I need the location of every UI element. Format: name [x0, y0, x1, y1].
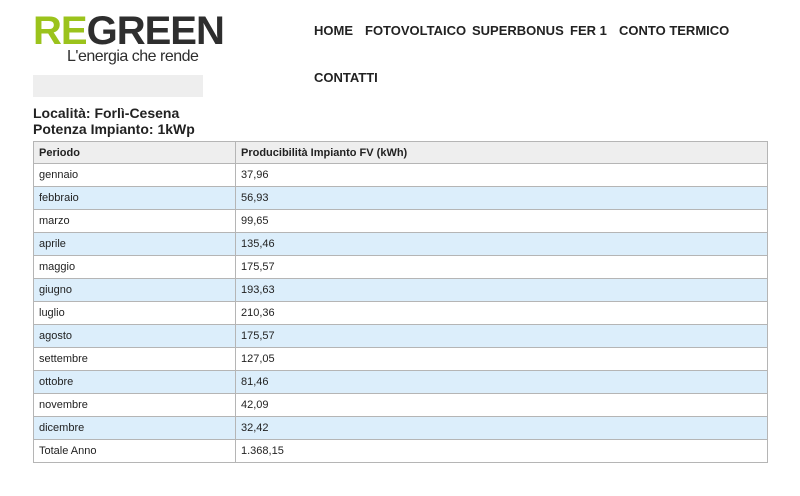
table-row: agosto 175,57 — [33, 324, 768, 348]
cell-value: 210,36 — [235, 301, 768, 325]
table-row: maggio 175,57 — [33, 255, 768, 279]
logo-wordmark: REGREEN — [33, 11, 225, 51]
production-table: Periodo Producibilità Impianto FV (kWh) … — [33, 141, 768, 463]
cell-total-value: 1.368,15 — [235, 439, 768, 463]
cell-period: febbraio — [33, 186, 236, 210]
cell-period: maggio — [33, 255, 236, 279]
cell-period: luglio — [33, 301, 236, 325]
table-row: ottobre 81,46 — [33, 370, 768, 394]
table-total-row: Totale Anno 1.368,15 — [33, 439, 768, 463]
table-row: febbraio 56,93 — [33, 186, 768, 210]
nav-home[interactable]: HOME — [314, 23, 353, 38]
cell-period: aprile — [33, 232, 236, 256]
header-producibilita: Producibilità Impianto FV (kWh) — [235, 141, 768, 164]
cell-value: 135,46 — [235, 232, 768, 256]
table-row: novembre 42,09 — [33, 393, 768, 417]
table-header-row: Periodo Producibilità Impianto FV (kWh) — [33, 141, 768, 164]
regreen-logo[interactable]: REGREEN L'energia che rende — [33, 11, 225, 65]
cell-period: giugno — [33, 278, 236, 302]
cell-period: marzo — [33, 209, 236, 233]
cell-period: novembre — [33, 393, 236, 417]
cell-value: 42,09 — [235, 393, 768, 417]
nav-contatti[interactable]: CONTATTI — [314, 70, 378, 85]
nav-superbonus[interactable]: SUPERBONUS — [472, 23, 564, 38]
logo-wordmark-green: RE — [33, 9, 88, 53]
cell-period: ottobre — [33, 370, 236, 394]
table-row: dicembre 32,42 — [33, 416, 768, 440]
cell-value: 81,46 — [235, 370, 768, 394]
nav-fotovoltaico[interactable]: FOTOVOLTAICO — [365, 23, 466, 38]
table-row: gennaio 37,96 — [33, 163, 768, 187]
table-row: marzo 99,65 — [33, 209, 768, 233]
nav-conto-termico[interactable]: CONTO TERMICO — [619, 23, 729, 38]
location-label: Località: Forlì-Cesena — [33, 105, 180, 121]
cell-period: gennaio — [33, 163, 236, 187]
cell-value: 175,57 — [235, 324, 768, 348]
plant-info: Località: Forlì-Cesena Potenza Impianto:… — [33, 105, 195, 137]
nav-fer1[interactable]: FER 1 — [570, 23, 607, 38]
cell-value: 175,57 — [235, 255, 768, 279]
table-row: aprile 135,46 — [33, 232, 768, 256]
logo-wordmark-dark: GREEN — [86, 9, 225, 53]
cell-value: 37,96 — [235, 163, 768, 187]
table-row: luglio 210,36 — [33, 301, 768, 325]
cell-period: settembre — [33, 347, 236, 371]
table-row: settembre 127,05 — [33, 347, 768, 371]
power-label: Potenza Impianto: 1kWp — [33, 121, 195, 137]
header-periodo: Periodo — [33, 141, 236, 164]
cell-value: 56,93 — [235, 186, 768, 210]
logo-tagline: L'energia che rende — [67, 48, 199, 65]
cell-value: 32,42 — [235, 416, 768, 440]
cell-total-label: Totale Anno — [33, 439, 236, 463]
table-row: giugno 193,63 — [33, 278, 768, 302]
cell-period: dicembre — [33, 416, 236, 440]
cell-value: 99,65 — [235, 209, 768, 233]
banner-placeholder — [33, 75, 203, 97]
cell-value: 193,63 — [235, 278, 768, 302]
cell-value: 127,05 — [235, 347, 768, 371]
cell-period: agosto — [33, 324, 236, 348]
